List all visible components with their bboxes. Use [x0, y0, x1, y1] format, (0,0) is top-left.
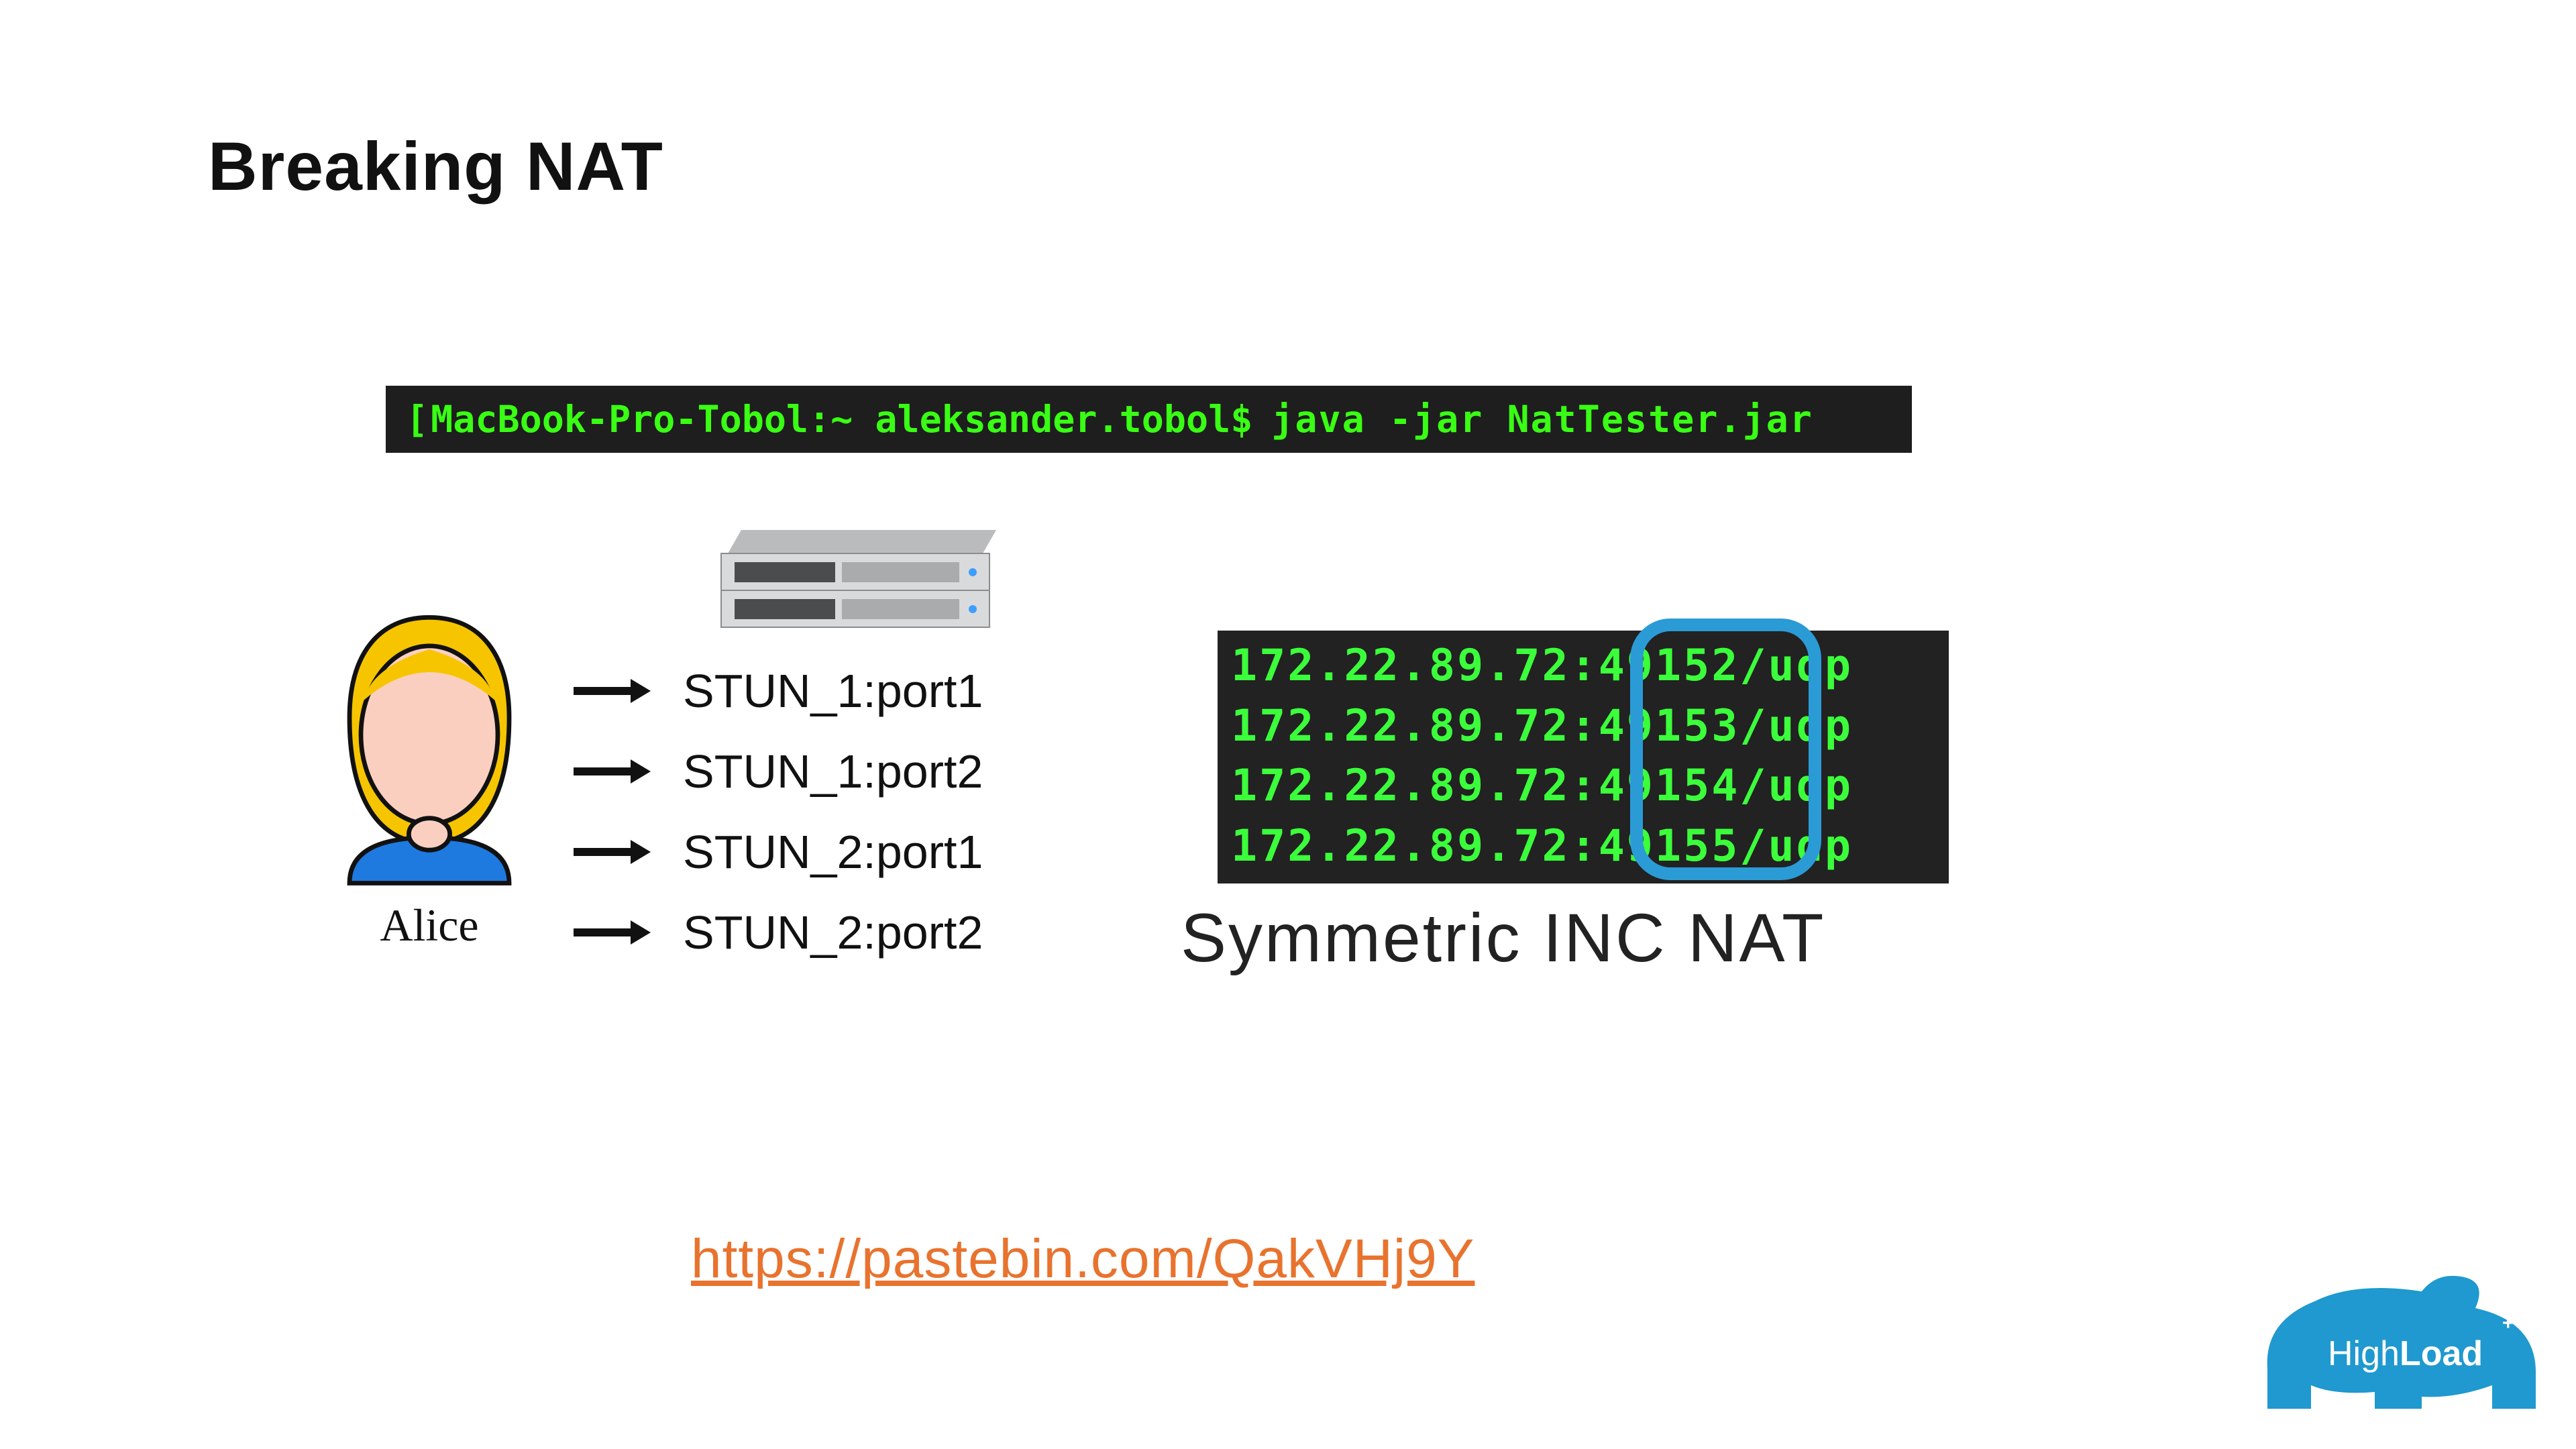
- stun-row: STUN_1:port2: [574, 745, 1077, 798]
- highload-logo: HighLoad ++: [2220, 1254, 2542, 1429]
- arrow-right-icon: [574, 837, 651, 867]
- alice-avatar-icon: [315, 604, 543, 889]
- prompt-host: MacBook-Pro-Tobol:~ aleksander.tobol: [431, 398, 1230, 441]
- alice-figure: Alice: [309, 604, 550, 952]
- terminal-command-line: [ MacBook-Pro-Tobol:~ aleksander.tobol $…: [386, 386, 1912, 453]
- nat-type-caption: Symmetric INC NAT: [1181, 899, 1825, 977]
- arrow-right-icon: [574, 757, 651, 786]
- slide-title: Breaking NAT: [208, 127, 663, 206]
- stun-row: STUN_2:port1: [574, 825, 1077, 879]
- stun-label: STUN_2:port2: [683, 906, 983, 959]
- arrow-right-icon: [574, 918, 651, 947]
- arrow-right-icon: [574, 676, 651, 706]
- stun-label: STUN_1:port2: [683, 745, 983, 798]
- stun-label: STUN_1:port1: [683, 664, 983, 718]
- stun-row: STUN_2:port2: [574, 906, 1077, 959]
- term-row: 172.22.89.72:49154/udp: [1231, 756, 1935, 816]
- terminal-output: 172.22.89.72:49152/udp 172.22.89.72:4915…: [1218, 631, 1949, 883]
- stun-label: STUN_2:port1: [683, 825, 983, 879]
- server-icon: [714, 530, 996, 634]
- command-text: java -jar NatTester.jar: [1271, 398, 1813, 441]
- stun-list: STUN_1:port1 STUN_1:port2 STUN_2:port1 S…: [574, 664, 1077, 986]
- port-highlight-box: [1630, 619, 1821, 880]
- stun-row: STUN_1:port1: [574, 664, 1077, 718]
- pastebin-link[interactable]: https://pastebin.com/QakVHj9Y: [691, 1228, 1474, 1291]
- term-row: 172.22.89.72:49155/udp: [1231, 816, 1935, 877]
- alice-label: Alice: [309, 899, 550, 952]
- term-row: 172.22.89.72:49153/udp: [1231, 696, 1935, 757]
- prompt-bracket: [: [406, 398, 428, 441]
- svg-text:HighLoad: HighLoad: [2328, 1334, 2483, 1373]
- term-row: 172.22.89.72:49152/udp: [1231, 636, 1935, 696]
- svg-text:++: ++: [2502, 1312, 2526, 1334]
- prompt-dollar: $: [1230, 398, 1252, 441]
